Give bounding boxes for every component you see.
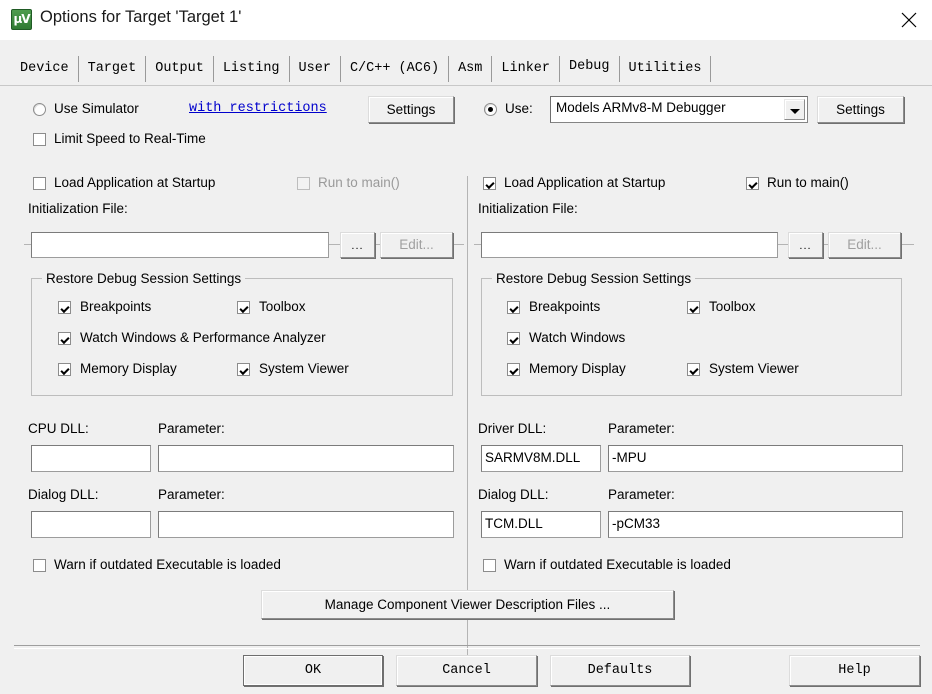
footer-divider bbox=[14, 645, 920, 649]
left-init-file-input[interactable] bbox=[31, 232, 329, 258]
left-run-to-main-label: Run to main() bbox=[318, 175, 400, 190]
right-restore-system-viewer-label: System Viewer bbox=[709, 361, 799, 376]
title-bar: µV Options for Target 'Target 1' bbox=[0, 0, 932, 41]
right-restore-breakpoints-checkbox[interactable] bbox=[507, 301, 520, 314]
use-simulator-label: Use Simulator bbox=[54, 101, 139, 116]
tab-list: Device Target Output Listing User C/C++ (AC6)… bbox=[11, 55, 712, 82]
right-warn-outdated-label: Warn if outdated Executable is loaded bbox=[504, 557, 731, 572]
debugger-settings-button[interactable]: Settings bbox=[817, 96, 904, 123]
right-load-application-label: Load Application at Startup bbox=[504, 175, 666, 190]
defaults-button[interactable]: Defaults bbox=[550, 655, 690, 686]
chevron-down-icon[interactable] bbox=[784, 99, 805, 120]
right-restore-breakpoints-label: Breakpoints bbox=[529, 299, 601, 314]
left-restore-breakpoints-checkbox[interactable] bbox=[58, 301, 71, 314]
left-dialog-dll-label: Dialog DLL: bbox=[28, 487, 99, 502]
left-restore-system-viewer-checkbox[interactable] bbox=[237, 363, 250, 376]
cancel-button[interactable]: Cancel bbox=[396, 655, 537, 686]
with-restrictions-link[interactable]: with restrictions bbox=[189, 101, 327, 116]
uvision-icon-glyph: µV bbox=[13, 12, 30, 26]
right-dialog-dll-label: Dialog DLL: bbox=[478, 487, 549, 502]
use-simulator-radio[interactable] bbox=[33, 103, 46, 116]
ok-button[interactable]: OK bbox=[243, 655, 383, 686]
right-warn-outdated-checkbox[interactable] bbox=[483, 559, 496, 572]
debugger-dropdown-value: Models ARMv8-M Debugger bbox=[556, 100, 726, 115]
tab-device[interactable]: Device bbox=[11, 56, 79, 82]
right-init-file-input[interactable] bbox=[481, 232, 778, 258]
cpu-parameter-label: Parameter: bbox=[158, 421, 225, 436]
uvision-icon: µV bbox=[11, 9, 32, 30]
tab-strip: Device Target Output Listing User C/C++ (AC6)… bbox=[0, 40, 932, 86]
right-dialog-parameter-input[interactable]: -pCM33 bbox=[608, 511, 903, 538]
left-restore-toolbox-label: Toolbox bbox=[259, 299, 306, 314]
limit-speed-label: Limit Speed to Real-Time bbox=[54, 131, 206, 146]
left-run-to-main-checkbox bbox=[297, 177, 310, 190]
left-load-application-label: Load Application at Startup bbox=[54, 175, 216, 190]
close-icon-svg bbox=[901, 12, 917, 28]
window-title: Options for Target 'Target 1' bbox=[40, 8, 242, 26]
driver-dll-input[interactable]: SARMV8M.DLL bbox=[481, 445, 601, 472]
driver-parameter-label: Parameter: bbox=[608, 421, 675, 436]
right-restore-toolbox-checkbox[interactable] bbox=[687, 301, 700, 314]
limit-speed-checkbox[interactable] bbox=[33, 133, 46, 146]
right-restore-memory-display-label: Memory Display bbox=[529, 361, 626, 376]
manage-component-viewer-button[interactable]: Manage Component Viewer Description File… bbox=[261, 590, 674, 619]
right-restore-toolbox-label: Toolbox bbox=[709, 299, 756, 314]
left-restore-toolbox-checkbox[interactable] bbox=[237, 301, 250, 314]
left-restore-session-title: Restore Debug Session Settings bbox=[42, 271, 246, 286]
left-init-file-label: Initialization File: bbox=[28, 201, 128, 216]
left-warn-outdated-label: Warn if outdated Executable is loaded bbox=[54, 557, 281, 572]
left-restore-watch-windows-label: Watch Windows & Performance Analyzer bbox=[80, 330, 326, 345]
right-browse-button[interactable]: ... bbox=[788, 232, 823, 258]
tab-target[interactable]: Target bbox=[78, 56, 147, 82]
left-dialog-parameter-label: Parameter: bbox=[158, 487, 225, 502]
tab-linker[interactable]: Linker bbox=[492, 56, 560, 82]
right-restore-memory-display-checkbox[interactable] bbox=[507, 363, 520, 376]
left-warn-outdated-checkbox[interactable] bbox=[33, 559, 46, 572]
left-restore-session-group: Restore Debug Session Settings Breakpoin… bbox=[31, 271, 453, 396]
left-restore-system-viewer-label: System Viewer bbox=[259, 361, 349, 376]
debug-tab-panel: Use Simulator with restrictions Settings… bbox=[0, 86, 932, 665]
tab-user[interactable]: User bbox=[289, 56, 341, 82]
driver-parameter-input[interactable]: -MPU bbox=[608, 445, 903, 472]
cpu-dll-label: CPU DLL: bbox=[28, 421, 89, 436]
cpu-dll-input[interactable] bbox=[31, 445, 151, 472]
left-restore-memory-display-label: Memory Display bbox=[80, 361, 177, 376]
close-icon[interactable] bbox=[886, 0, 932, 40]
right-restore-watch-windows-label: Watch Windows bbox=[529, 330, 626, 345]
tab-output[interactable]: Output bbox=[146, 56, 214, 82]
tab-utilities[interactable]: Utilities bbox=[619, 56, 712, 82]
right-restore-system-viewer-checkbox[interactable] bbox=[687, 363, 700, 376]
left-restore-watch-windows-checkbox[interactable] bbox=[58, 332, 71, 345]
simulator-settings-button[interactable]: Settings bbox=[368, 96, 454, 123]
tab-listing[interactable]: Listing bbox=[213, 56, 290, 82]
right-init-file-label: Initialization File: bbox=[478, 201, 578, 216]
tab-c-c-ac6[interactable]: C/C++ (AC6) bbox=[340, 56, 450, 82]
right-restore-session-group: Restore Debug Session Settings Breakpoin… bbox=[481, 271, 902, 396]
help-button[interactable]: Help bbox=[789, 655, 920, 686]
left-browse-button[interactable]: ... bbox=[340, 232, 375, 258]
left-restore-memory-display-checkbox[interactable] bbox=[58, 363, 71, 376]
right-dialog-parameter-label: Parameter: bbox=[608, 487, 675, 502]
use-debugger-label: Use: bbox=[505, 101, 533, 116]
left-edit-button: Edit... bbox=[380, 232, 453, 258]
right-dialog-dll-input[interactable]: TCM.DLL bbox=[481, 511, 601, 538]
right-load-application-checkbox[interactable] bbox=[483, 177, 496, 190]
tab-debug[interactable]: Debug bbox=[560, 56, 620, 82]
debugger-dropdown[interactable]: Models ARMv8-M Debugger bbox=[550, 96, 808, 123]
cpu-parameter-input[interactable] bbox=[158, 445, 454, 472]
right-restore-session-title: Restore Debug Session Settings bbox=[492, 271, 696, 286]
right-edit-button: Edit... bbox=[828, 232, 901, 258]
driver-dll-label: Driver DLL: bbox=[478, 421, 547, 436]
left-load-application-checkbox[interactable] bbox=[33, 177, 46, 190]
right-restore-watch-windows-checkbox[interactable] bbox=[507, 332, 520, 345]
left-dialog-dll-input[interactable] bbox=[31, 511, 151, 538]
right-run-to-main-checkbox[interactable] bbox=[746, 177, 759, 190]
left-dialog-parameter-input[interactable] bbox=[158, 511, 454, 538]
right-run-to-main-label: Run to main() bbox=[767, 175, 849, 190]
left-restore-breakpoints-label: Breakpoints bbox=[80, 299, 152, 314]
use-debugger-radio[interactable] bbox=[484, 103, 497, 116]
tab-asm[interactable]: Asm bbox=[449, 56, 493, 82]
